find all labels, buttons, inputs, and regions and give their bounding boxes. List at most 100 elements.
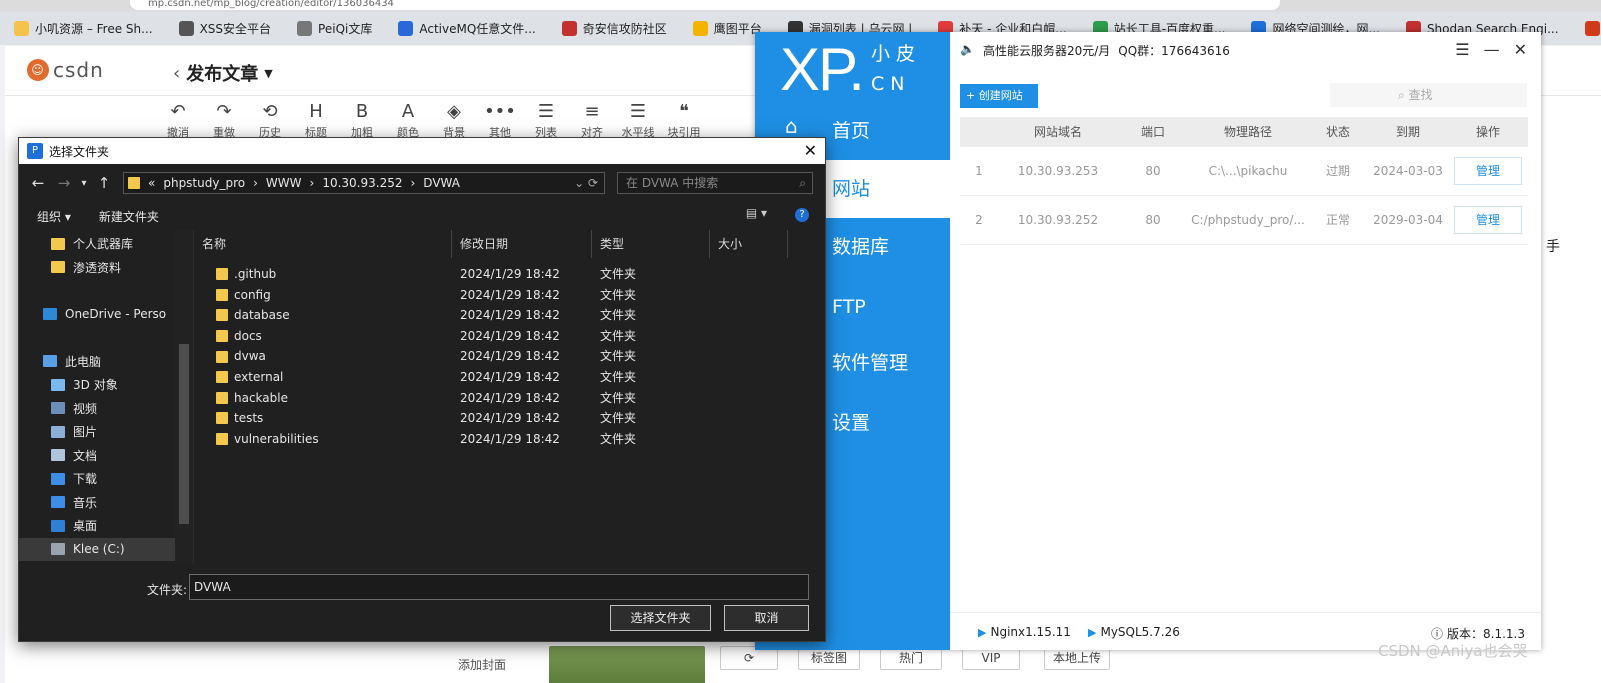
navigation-tree: 个人武器库渗透资料 OneDrive - Perso 此电脑 3D 对象 视频 图片 文档下… <box>19 230 175 564</box>
bookmark-2[interactable]: XSS安全平台 <box>165 12 283 45</box>
file-type: 文件夹 <box>600 328 637 343</box>
publish-article-title[interactable]: ‹ 发布文章 ▼ <box>173 60 273 86</box>
select-folder-button[interactable]: 选择文件夹 <box>610 605 711 631</box>
tree-item[interactable]: 下载 <box>19 467 175 491</box>
file-row[interactable]: tests 2024/1/29 18:42 文件夹 <box>194 408 825 429</box>
file-row[interactable]: dvwa 2024/1/29 18:42 文件夹 <box>194 346 825 367</box>
file-row[interactable]: config 2024/1/29 18:42 文件夹 <box>194 285 825 306</box>
toolbar-icon: ⟲ <box>262 101 278 122</box>
file-name: vulnerabilities <box>234 431 319 446</box>
toolbar-6[interactable]: ◈ 背景 <box>431 100 477 142</box>
view-options-icon[interactable]: ▤ ▾ <box>746 206 767 220</box>
create-site-button[interactable]: + 创建网站 <box>960 84 1038 108</box>
scrollbar-thumb[interactable] <box>179 344 189 524</box>
close-icon[interactable]: ✕ <box>804 141 817 160</box>
tree-item[interactable]: 文档 <box>19 444 175 468</box>
tree-item[interactable]: Klee (C:) <box>19 537 175 561</box>
tree-scrollbar[interactable] <box>175 230 193 564</box>
file-name: .github <box>234 267 277 281</box>
file-row[interactable]: database 2024/1/29 18:42 文件夹 <box>194 305 825 326</box>
bookmark-1[interactable]: 小叽资源 – Free Sh... <box>0 12 165 45</box>
dropdown-icon[interactable]: ⌄ <box>574 176 588 190</box>
address-bar[interactable]: mp.csdn.net/mp_blog/creation/editor/1360… <box>130 0 1280 10</box>
organize-menu[interactable]: 组织 ▾ <box>37 208 71 225</box>
toolbar-1[interactable]: ↷ 重做 <box>201 100 247 142</box>
menu-icon[interactable]: ☰ <box>1455 40 1469 59</box>
tree-item[interactable]: Game (E:) <box>19 561 175 564</box>
back-chevron-icon[interactable]: ‹ <box>173 63 180 84</box>
file-date: 2024/1/29 18:42 <box>460 390 560 405</box>
new-folder-button[interactable]: 新建文件夹 <box>99 208 159 225</box>
breadcrumb-0[interactable]: phpstudy_pro <box>163 176 245 190</box>
help-icon[interactable]: ? <box>795 208 809 222</box>
folder-icon <box>216 268 228 281</box>
up-arrow-icon[interactable]: ↑ <box>91 174 117 192</box>
list-column-header[interactable]: 类型 <box>592 230 710 258</box>
tree-item[interactable]: 桌面 <box>19 514 175 538</box>
tree-label: 桌面 <box>73 519 98 534</box>
toolbar-10[interactable]: ☰ 水平线 <box>615 100 661 142</box>
file-row[interactable]: hackable 2024/1/29 18:42 文件夹 <box>194 388 825 409</box>
mysql-status[interactable]: ▶ MySQL5.7.26 <box>1088 625 1180 639</box>
close-icon[interactable]: ✕ <box>1514 40 1527 59</box>
csdn-logo[interactable]: ☺ csdn <box>27 58 104 82</box>
csdn-mascot-icon: ☺ <box>27 59 49 81</box>
phpstudy-window: XP. 小皮 CN ⌂ 首页 网站 数据库 FTP 软件管理 设置 🔈 高性能云服务器20… <box>755 32 1541 650</box>
path-bar[interactable]: « phpstudy_pro › WWW › 10.30.93.252 › DVWA ⌄ ⟳ <box>123 172 605 194</box>
breadcrumb-1[interactable]: WWW <box>266 176 302 190</box>
toolbar-2[interactable]: ⟲ 历史 <box>247 100 293 142</box>
file-row[interactable]: .github 2024/1/29 18:42 文件夹 <box>194 264 825 285</box>
forward-arrow-icon[interactable]: → <box>51 174 77 192</box>
list-column-header[interactable]: 修改日期 <box>452 230 592 258</box>
tree-label: 个人武器库 <box>73 237 134 252</box>
toolbar-0[interactable]: ↶ 撤消 <box>155 100 201 142</box>
site-search-input[interactable]: ⌕ 查找 <box>1330 83 1527 107</box>
refresh-icon[interactable]: ⟳ <box>588 176 598 190</box>
bookmark-12[interactable]: exploit-db.com <box>1571 12 1601 45</box>
list-column-header[interactable]: 名称 <box>194 230 452 258</box>
tree-item[interactable]: 图片 <box>19 420 175 444</box>
tree-label: 音乐 <box>73 495 98 510</box>
doc-icon <box>51 449 65 462</box>
toolbar-8[interactable]: ☰ 列表 <box>523 100 569 142</box>
file-row[interactable]: external 2024/1/29 18:42 文件夹 <box>194 367 825 388</box>
manage-button[interactable]: 管理 <box>1454 206 1522 234</box>
tree-item[interactable]: 音乐 <box>19 491 175 515</box>
tree-item[interactable]: 个人武器库 <box>19 232 175 256</box>
down-icon <box>51 472 65 485</box>
bookmark-4[interactable]: ActiveMQ任意文件... <box>384 12 547 45</box>
minimize-icon[interactable]: — <box>1484 40 1500 59</box>
list-column-header[interactable]: 大小 <box>710 230 788 258</box>
toolbar-4[interactable]: B 加粗 <box>339 100 385 142</box>
tree-item[interactable]: 渗透资料 <box>19 256 175 280</box>
toolbar-7[interactable]: ••• 其他 <box>477 100 523 142</box>
file-row[interactable]: vulnerabilities 2024/1/29 18:42 文件夹 <box>194 429 825 450</box>
breadcrumb-2[interactable]: 10.30.93.252 <box>322 176 402 190</box>
cover-image[interactable] <box>549 646 705 683</box>
tree-item[interactable]: 此电脑 <box>19 350 175 374</box>
tree-label: 下载 <box>73 472 98 487</box>
folder-name-input[interactable]: DVWA <box>189 574 809 600</box>
tree-item[interactable]: OneDrive - Perso <box>19 303 175 327</box>
recent-locations-icon[interactable]: ▾ <box>77 178 91 189</box>
nginx-status[interactable]: ▶ Nginx1.15.11 <box>978 625 1071 639</box>
file-row[interactable]: docs 2024/1/29 18:42 文件夹 <box>194 326 825 347</box>
toolbar-9[interactable]: ≡ 对齐 <box>569 100 615 142</box>
tree-item[interactable]: 视频 <box>19 397 175 421</box>
breadcrumb-overflow[interactable]: « <box>148 176 155 190</box>
toolbar-3[interactable]: H 标题 <box>293 100 339 142</box>
manage-button[interactable]: 管理 <box>1454 157 1522 185</box>
toolbar-5[interactable]: A 颜色 <box>385 100 431 142</box>
back-arrow-icon[interactable]: ← <box>25 174 51 192</box>
bookmark-3[interactable]: PeiQi文库 <box>283 12 384 45</box>
toolbar-11[interactable]: ❝ 块引用 <box>661 100 707 142</box>
cancel-button[interactable]: 取消 <box>724 605 809 631</box>
cell-status: 正常 <box>1325 213 1350 227</box>
folder-icon <box>216 433 228 446</box>
sites-table: 网站域名 端口 物理路径 状态 到期 操作 1 10.30.93.253 80 C:\...\pi… <box>960 117 1528 245</box>
bookmark-5[interactable]: 奇安信攻防社区 <box>548 12 679 45</box>
tree-item[interactable]: 3D 对象 <box>19 373 175 397</box>
ad-banner[interactable]: 🔈 高性能云服务器20元/月 QQ群：176643616 <box>960 42 1230 59</box>
dialog-search-input[interactable]: 在 DVWA 中搜索 ⌕ <box>617 172 813 194</box>
breadcrumb-3[interactable]: DVWA <box>423 176 460 190</box>
